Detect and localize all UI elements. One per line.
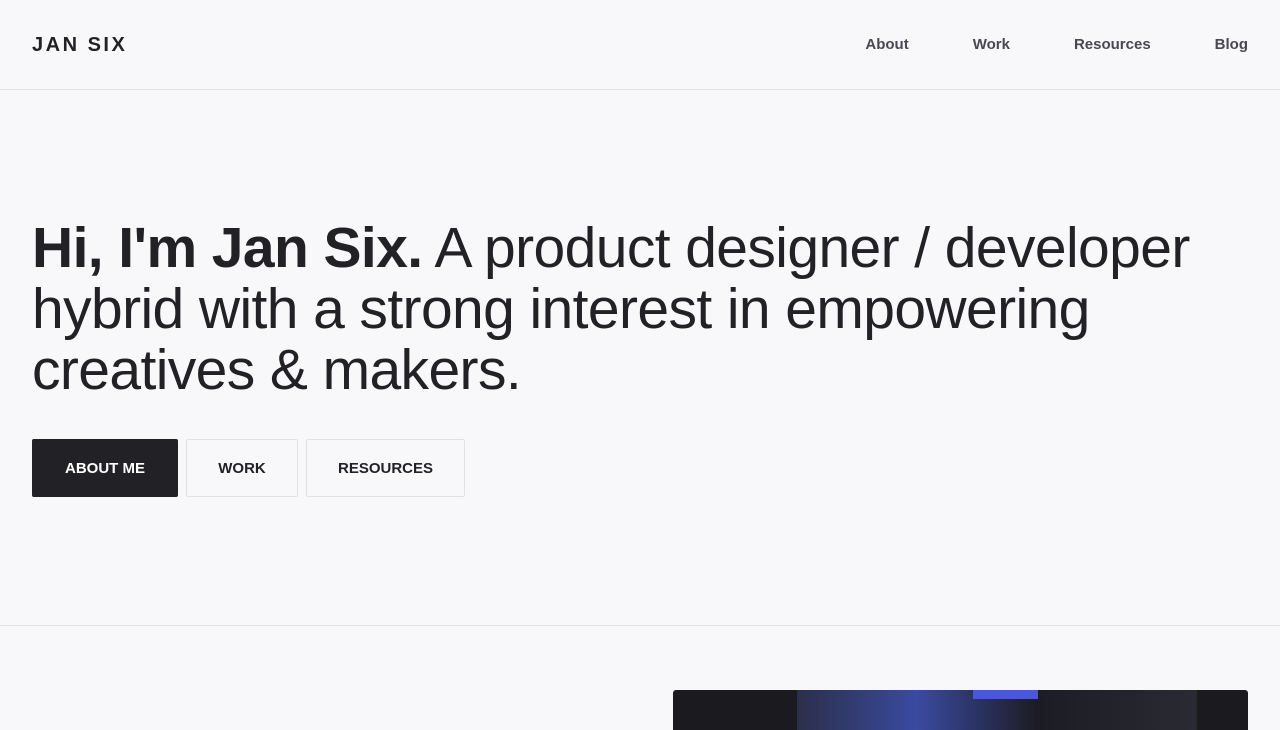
- nav-link-about[interactable]: About: [865, 35, 908, 55]
- featured-project-image[interactable]: [673, 690, 1248, 730]
- about-me-button[interactable]: ABOUT ME: [32, 439, 178, 497]
- project-photo-label: [973, 690, 1038, 699]
- work-button[interactable]: WORK: [186, 439, 298, 497]
- hero-actions: ABOUT ME WORK RESOURCES: [32, 439, 465, 497]
- hero-heading-bold: Hi, I'm Jan Six.: [32, 216, 423, 280]
- hero-heading: Hi, I'm Jan Six. A product designer / de…: [32, 218, 1242, 401]
- nav-link-work[interactable]: Work: [973, 35, 1010, 55]
- main-nav: About Work Resources Blog: [865, 35, 1248, 55]
- site-logo[interactable]: JAN SIX: [32, 34, 127, 56]
- section-divider: [0, 625, 1280, 626]
- nav-link-blog[interactable]: Blog: [1215, 35, 1248, 55]
- nav-link-resources[interactable]: Resources: [1074, 35, 1151, 55]
- resources-button[interactable]: RESOURCES: [306, 439, 465, 497]
- site-header: JAN SIX About Work Resources Blog: [0, 0, 1280, 90]
